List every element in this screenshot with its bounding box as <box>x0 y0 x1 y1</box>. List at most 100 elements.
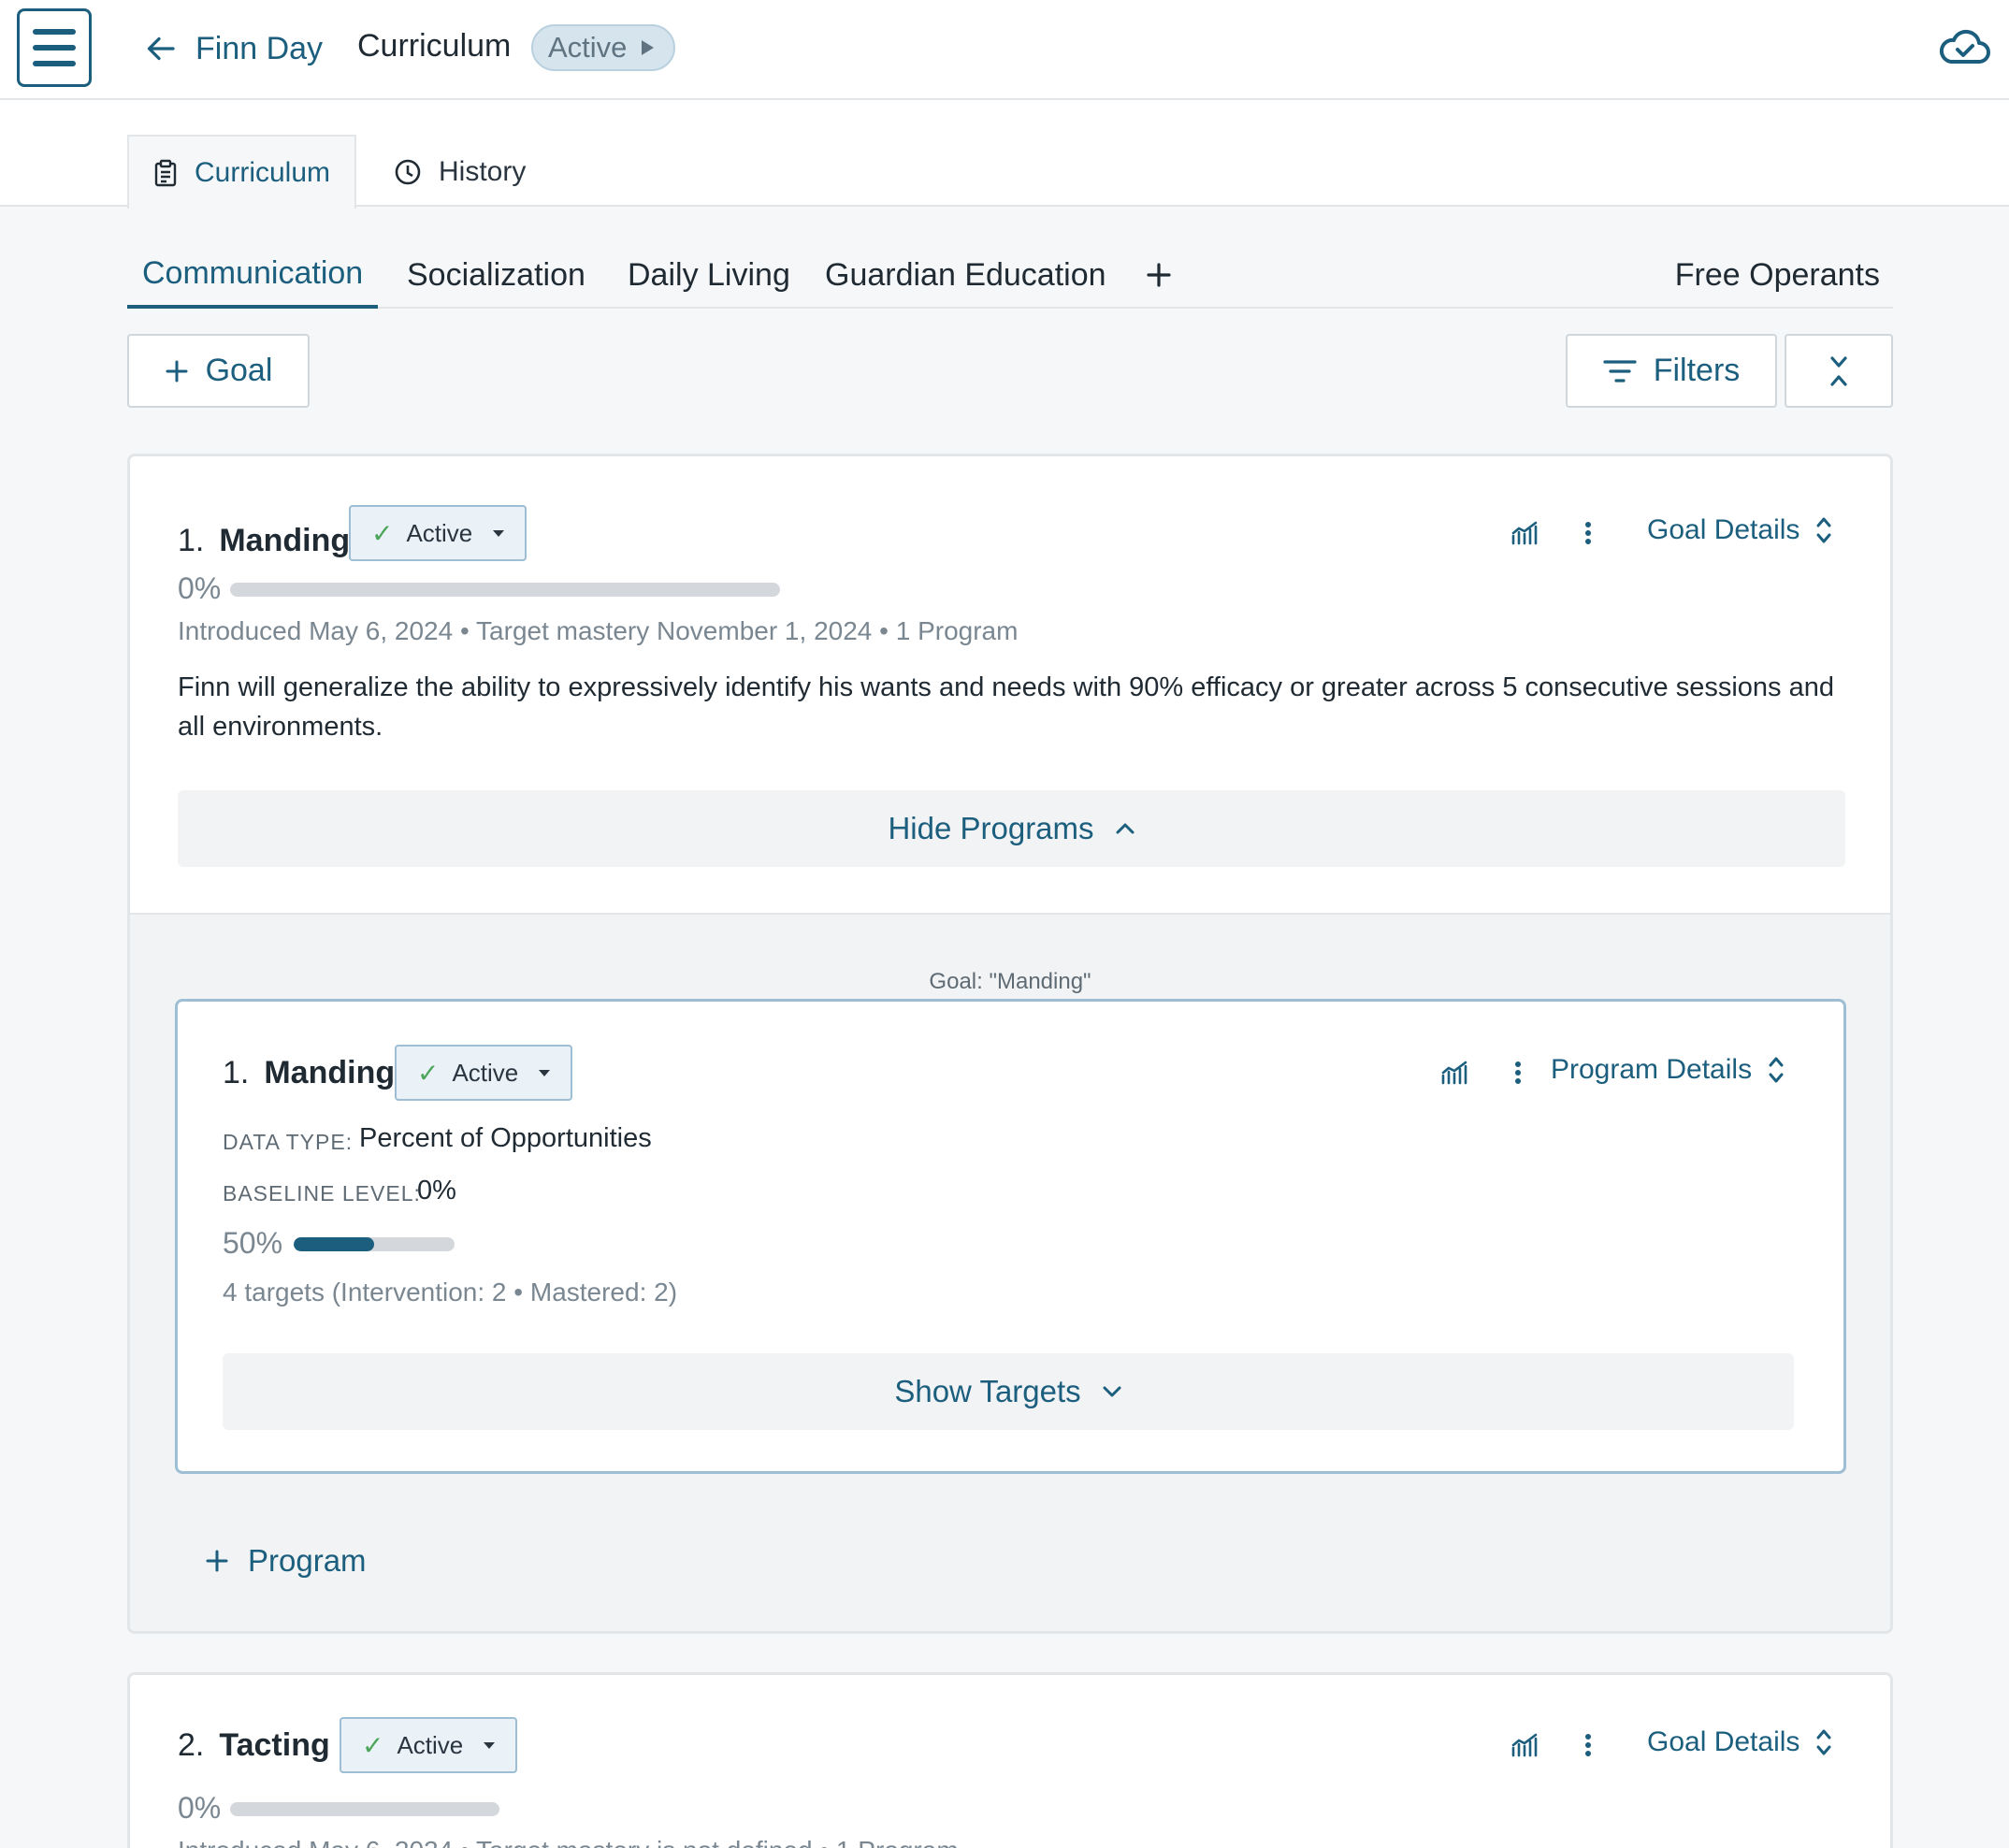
check-icon: ✓ <box>371 518 394 548</box>
goal-title: 2. Tacting <box>178 1717 330 1773</box>
more-options-icon[interactable] <box>1566 1723 1611 1768</box>
chevron-down-icon <box>1103 1386 1121 1397</box>
programs-section: Goal: "Manding" 1. Manding ✓ Active Prog… <box>130 913 1890 1631</box>
filters-label: Filters <box>1653 353 1741 388</box>
program-details-label: Program Details <box>1551 1054 1753 1085</box>
chevron-up-icon <box>1116 823 1135 834</box>
hide-programs-button[interactable]: Hide Programs <box>178 790 1845 867</box>
status-label: Active <box>452 1058 519 1087</box>
targets-summary: 4 targets (Intervention: 2 • Mastered: 2… <box>223 1278 678 1307</box>
top-bar: Finn Day Curriculum Active <box>0 0 2009 100</box>
more-options-icon[interactable] <box>1566 511 1611 556</box>
program-details-toggle[interactable]: Program Details <box>1551 1054 1784 1086</box>
program-progress-percent: 50% <box>223 1226 283 1260</box>
goal-description: Finn will generalize the ability to expr… <box>178 672 1834 742</box>
goal-card: 2. Tacting ✓ Active Goal Details 0% Intr… <box>127 1672 1893 1848</box>
status-label: Active <box>548 31 628 64</box>
add-domain-button[interactable] <box>1145 241 1173 309</box>
show-targets-button[interactable]: Show Targets <box>223 1353 1794 1430</box>
goal-name: Tacting <box>219 1726 330 1763</box>
plus-icon <box>166 360 188 382</box>
chevron-updown-icon <box>1816 517 1831 543</box>
collapse-icon <box>1830 355 1847 386</box>
goal-progress-percent: 0% <box>178 571 222 605</box>
menu-icon-line <box>33 29 76 35</box>
goal-meta: Introduced May 6, 2024 • Target mastery … <box>178 1836 959 1848</box>
tab-label: Curriculum <box>195 156 331 188</box>
tab-guardian-education[interactable]: Guardian Education <box>825 241 1106 309</box>
hide-programs-label: Hide Programs <box>888 811 1094 845</box>
page-title: Curriculum <box>357 28 512 64</box>
goal-title: 1. Manding <box>178 513 350 569</box>
goal-meta: Introduced May 6, 2024 • Target mastery … <box>178 616 1019 645</box>
add-program-label: Program <box>248 1543 367 1578</box>
view-tabs-row: Curriculum History <box>0 100 2009 209</box>
goal-number: 2. <box>178 1726 205 1763</box>
show-targets-label: Show Targets <box>894 1374 1081 1408</box>
check-icon: ✓ <box>362 1730 384 1760</box>
clock-icon <box>395 159 421 184</box>
baseline-level-value: 0% <box>417 1176 456 1206</box>
goal-caption: Goal: "Manding" <box>929 969 1091 994</box>
program-card: 1. Manding ✓ Active Program Details DATA… <box>175 999 1846 1474</box>
arrow-left-icon <box>147 36 175 61</box>
program-status-dropdown[interactable]: ✓ Active <box>395 1045 573 1101</box>
client-name: Finn Day <box>195 30 324 66</box>
goal-details-toggle[interactable]: Goal Details <box>1647 514 1831 546</box>
graph-icon[interactable] <box>1502 1723 1547 1768</box>
caret-down-icon <box>493 529 505 537</box>
goal-status-dropdown[interactable]: ✓ Active <box>340 1717 518 1773</box>
caret-down-icon <box>539 1069 551 1076</box>
program-number: 1. <box>223 1054 250 1090</box>
filters-button[interactable]: Filters <box>1566 334 1777 408</box>
tab-curriculum[interactable]: Curriculum <box>127 135 357 209</box>
chevron-updown-icon <box>1816 1729 1831 1755</box>
program-progress-fill <box>294 1237 374 1251</box>
goal-card: 1. Manding ✓ Active Goal Details 0% Intr… <box>127 454 1893 1634</box>
domain-tabs: Communication Socialization Daily Living… <box>127 241 1893 309</box>
add-goal-button[interactable]: Goal <box>127 334 310 408</box>
program-title: 1. Manding <box>223 1045 395 1101</box>
goal-progress-percent: 0% <box>178 1791 222 1825</box>
program-name: Manding <box>264 1054 396 1090</box>
data-type-value: Percent of Opportunities <box>359 1123 652 1153</box>
menu-icon-line <box>33 45 76 51</box>
tab-daily-living[interactable]: Daily Living <box>628 241 790 309</box>
play-icon <box>642 40 655 55</box>
goal-progress-bar <box>230 1802 499 1816</box>
goal-status-dropdown[interactable]: ✓ Active <box>349 505 528 561</box>
filter-icon <box>1603 359 1637 383</box>
cloud-sync-icon[interactable] <box>1938 26 1990 67</box>
tab-socialization[interactable]: Socialization <box>407 241 585 309</box>
goal-details-label: Goal Details <box>1647 1726 1800 1757</box>
menu-icon-line <box>33 61 76 66</box>
status-label: Active <box>397 1730 464 1759</box>
goal-name: Manding <box>219 522 351 558</box>
data-type-label: DATA TYPE: <box>223 1130 354 1154</box>
tab-history[interactable]: History <box>369 135 550 209</box>
tab-free-operants[interactable]: Free Operants <box>1675 241 1880 309</box>
program-progress-bar <box>294 1237 455 1251</box>
plus-icon <box>1147 263 1171 287</box>
baseline-level-label: BASELINE LEVEL: <box>223 1181 421 1206</box>
goal-progress-bar <box>230 583 780 597</box>
goal-details-toggle[interactable]: Goal Details <box>1647 1726 1831 1758</box>
chevron-updown-icon <box>1769 1057 1784 1083</box>
hamburger-menu-button[interactable] <box>17 8 92 87</box>
caret-down-icon <box>484 1741 496 1749</box>
more-options-icon[interactable] <box>1496 1050 1540 1095</box>
tab-communication[interactable]: Communication <box>127 241 379 309</box>
add-program-button[interactable]: Program <box>205 1543 367 1579</box>
plus-icon <box>206 1550 228 1572</box>
tab-label: History <box>439 155 527 187</box>
collapse-all-button[interactable] <box>1785 334 1893 408</box>
status-label: Active <box>406 518 473 547</box>
add-goal-label: Goal <box>205 353 273 388</box>
goal-details-label: Goal Details <box>1647 514 1800 545</box>
curriculum-status-pill[interactable]: Active <box>531 24 676 71</box>
goal-number: 1. <box>178 522 205 558</box>
graph-icon[interactable] <box>1432 1050 1477 1095</box>
graph-icon[interactable] <box>1502 511 1547 556</box>
clipboard-icon <box>154 159 177 186</box>
back-to-client-link[interactable]: Finn Day <box>145 24 323 73</box>
